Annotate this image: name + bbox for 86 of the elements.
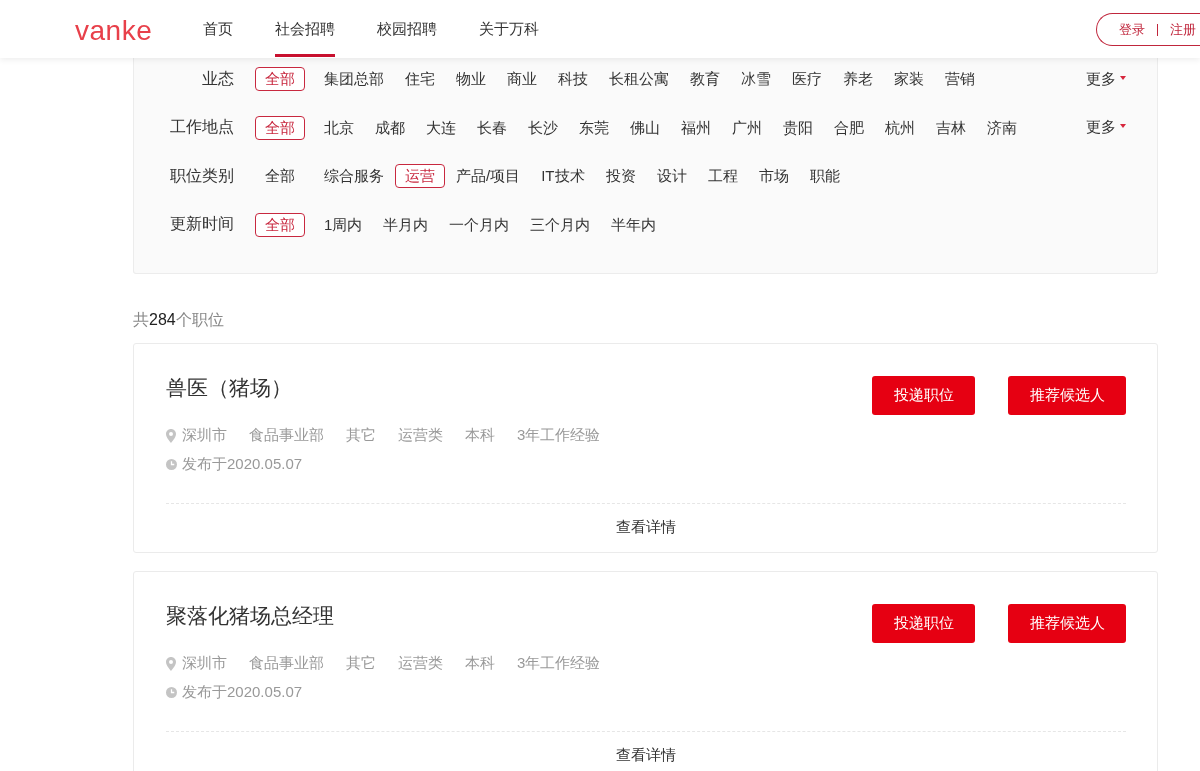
filter-option[interactable]: 济南: [977, 115, 1027, 140]
publish-date: 发布于2020.05.07: [182, 683, 303, 702]
recommend-button[interactable]: 推荐候选人: [1008, 603, 1126, 643]
filter-option[interactable]: 全部: [255, 67, 305, 91]
filter-option[interactable]: 合肥: [824, 115, 874, 140]
job-title: 聚落化猪场总经理: [166, 603, 335, 628]
details-link[interactable]: 查看详情: [616, 518, 676, 537]
job-attribute: 3年工作经验: [517, 654, 601, 673]
filter-option[interactable]: 成都: [365, 115, 415, 140]
job-location: 深圳市: [182, 426, 227, 445]
caret-icon: [1120, 75, 1126, 80]
job-title: 兽医（猪场）: [166, 375, 293, 400]
filter-option[interactable]: 市场: [748, 164, 799, 188]
filter-option[interactable]: 北京: [314, 115, 364, 140]
login-link[interactable]: 登录: [1119, 20, 1145, 39]
job-attribute: 本科: [465, 654, 495, 673]
filter-option[interactable]: 福州: [671, 115, 721, 140]
filter-option[interactable]: 设计: [646, 164, 697, 188]
filter-option[interactable]: 半年内: [601, 212, 667, 237]
clock-icon: [166, 459, 177, 470]
filter-option[interactable]: 东莞: [569, 115, 619, 140]
job-attribute: 其它: [346, 654, 376, 673]
filter-option[interactable]: 大连: [416, 115, 466, 140]
filter-option[interactable]: 长沙: [518, 115, 568, 140]
filter-option[interactable]: 运营: [395, 164, 445, 188]
filter-option[interactable]: 养老: [833, 67, 883, 91]
location-pin-icon: [166, 656, 176, 671]
filter-option[interactable]: 住宅: [395, 67, 445, 91]
clock-icon: [166, 687, 177, 698]
filter-option[interactable]: 冰雪: [731, 67, 781, 91]
nav-tab[interactable]: 首页: [182, 0, 255, 58]
job-attribute: 运营类: [398, 654, 443, 673]
filter-option[interactable]: 1周内: [314, 212, 373, 237]
filter-option[interactable]: 一个月内: [439, 212, 520, 237]
filter-option[interactable]: 半月内: [373, 212, 439, 237]
filter-option[interactable]: 营销: [935, 67, 985, 91]
filter-option[interactable]: 全部: [255, 212, 305, 237]
more-dropdown[interactable]: 更多: [1086, 118, 1126, 137]
nav-tab[interactable]: 校园招聘: [356, 0, 459, 58]
location-pin-icon: [166, 428, 176, 443]
nav-tab[interactable]: 关于万科: [458, 0, 561, 58]
filter-option[interactable]: 贵阳: [773, 115, 823, 140]
job-attribute: 食品事业部: [249, 426, 324, 445]
filter-option[interactable]: 佛山: [620, 115, 670, 140]
filter-option[interactable]: 物业: [446, 67, 496, 91]
filter-option[interactable]: 工程: [697, 164, 748, 188]
filter-option[interactable]: 广州: [722, 115, 772, 140]
filter-label: 更新时间: [169, 214, 234, 234]
nav-tab[interactable]: 社会招聘: [254, 0, 357, 58]
brand-logo[interactable]: vanke: [75, 16, 153, 46]
filter-option[interactable]: 集团总部: [314, 67, 394, 91]
filter-option[interactable]: 综合服务: [314, 164, 394, 188]
details-link[interactable]: 查看详情: [616, 746, 676, 765]
more-dropdown[interactable]: 更多: [1086, 69, 1126, 89]
filter-option[interactable]: 产品/项目: [446, 164, 531, 188]
filter-label: 职位类别: [169, 165, 234, 186]
apply-button[interactable]: 投递职位: [872, 603, 975, 643]
filter-option[interactable]: 长春: [467, 115, 517, 140]
job-location: 深圳市: [182, 654, 227, 673]
filter-option[interactable]: 全部: [255, 115, 305, 140]
filter-label: 业态: [201, 68, 234, 89]
filter-option[interactable]: 杭州: [875, 115, 925, 140]
filter-label: 工作地点: [169, 117, 234, 137]
job-attribute: 运营类: [398, 426, 443, 445]
filter-option[interactable]: 全部: [255, 164, 305, 188]
filter-option[interactable]: 科技: [548, 67, 598, 91]
filter-option[interactable]: 商业: [497, 67, 547, 91]
apply-button[interactable]: 投递职位: [872, 375, 975, 415]
filter-option[interactable]: IT技术: [531, 164, 595, 188]
job-attribute: 3年工作经验: [517, 426, 601, 445]
filter-option[interactable]: 吉林: [926, 115, 976, 140]
job-attribute: 本科: [465, 426, 495, 445]
filter-option[interactable]: 家装: [884, 67, 934, 91]
register-link[interactable]: 注册: [1170, 20, 1196, 39]
filter-option[interactable]: 三个月内: [520, 212, 601, 237]
filter-option[interactable]: 医疗: [782, 67, 832, 91]
filter-option[interactable]: 教育: [680, 67, 730, 91]
job-attribute: 其它: [346, 426, 376, 445]
publish-date: 发布于2020.05.07: [182, 455, 303, 474]
job-attribute: 食品事业部: [249, 654, 324, 673]
caret-icon: [1120, 124, 1126, 128]
filter-option[interactable]: 职能: [799, 164, 850, 188]
filter-option[interactable]: 长租公寓: [599, 67, 679, 91]
job-count: 共284个职位: [133, 309, 225, 330]
filter-option[interactable]: 投资: [595, 164, 646, 188]
recommend-button[interactable]: 推荐候选人: [1008, 375, 1126, 415]
